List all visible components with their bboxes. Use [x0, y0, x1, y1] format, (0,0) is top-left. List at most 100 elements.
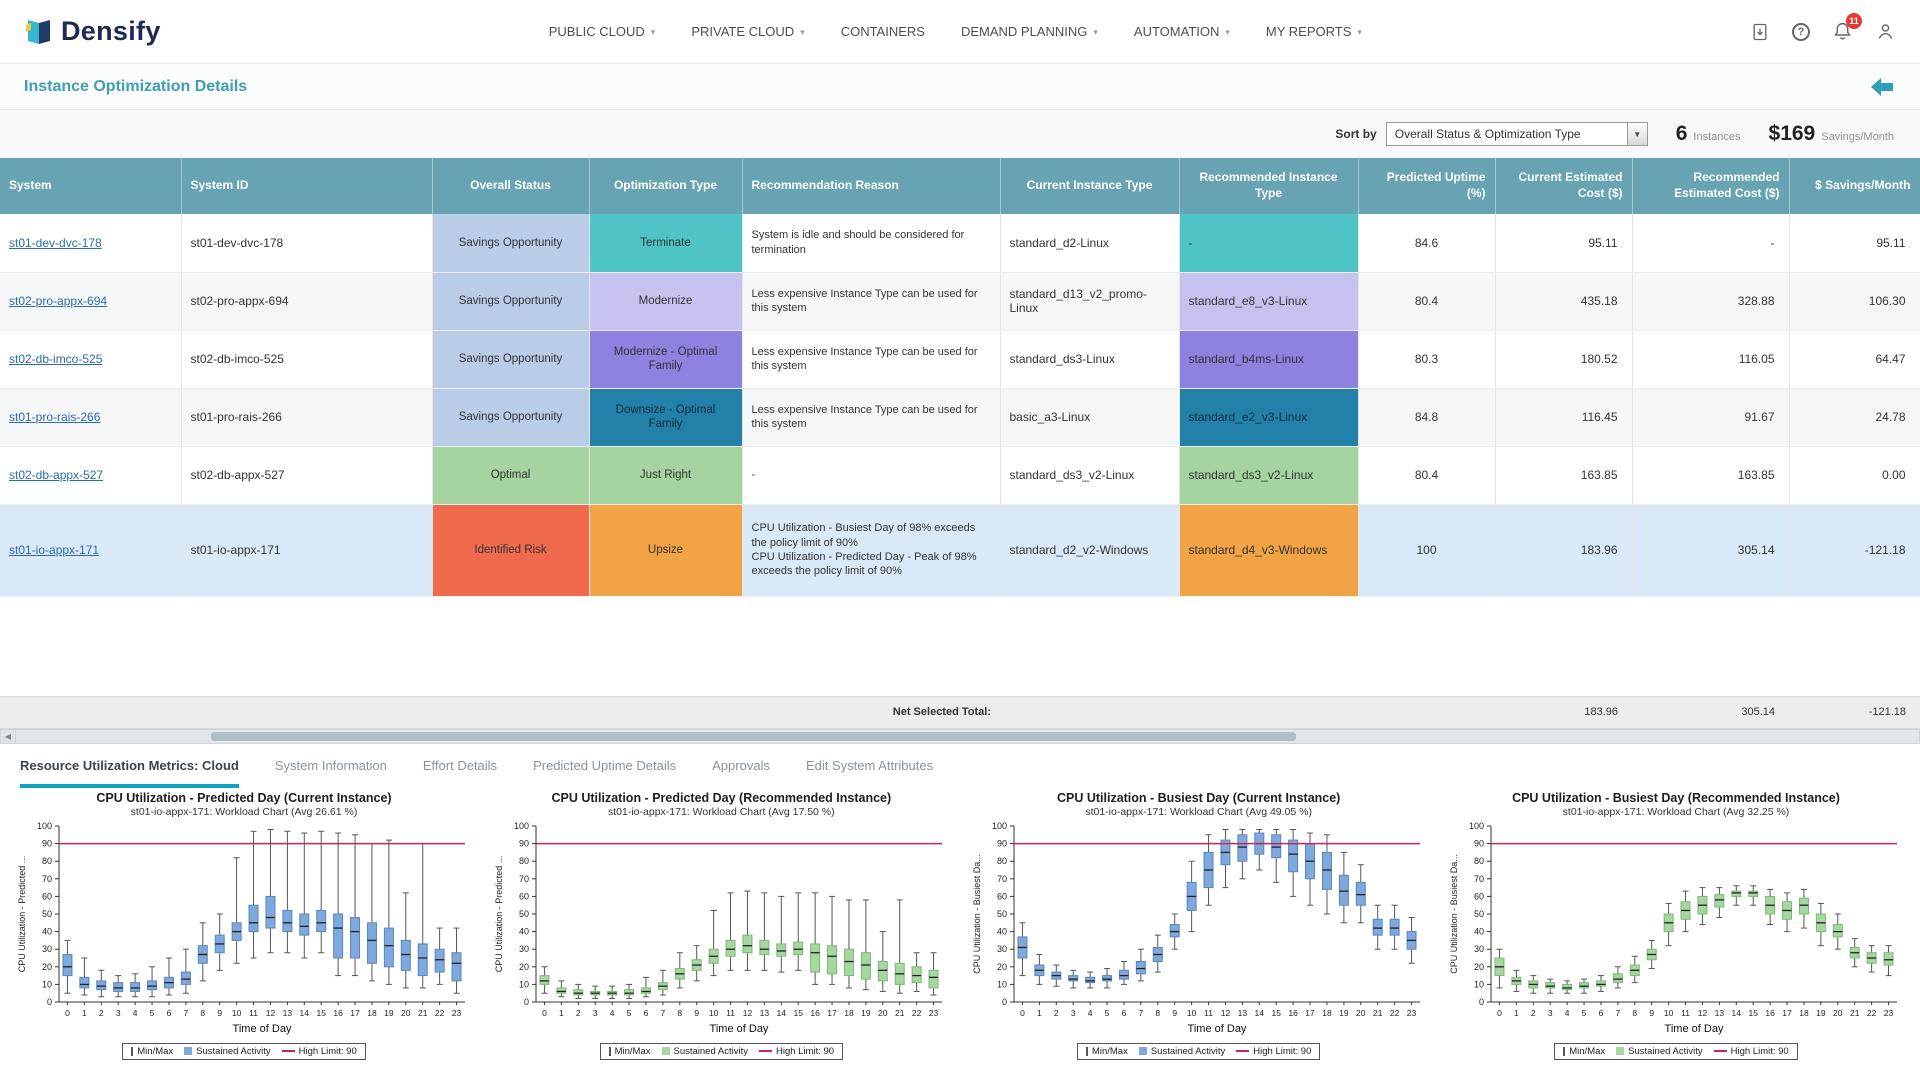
table-row-st01-io-appx-171[interactable]: st01-io-appx-171st01-io-appx-171Identifi… — [0, 504, 1920, 596]
svg-text:5: 5 — [150, 1008, 155, 1018]
box-hour-13 — [760, 892, 769, 969]
box-hour-14 — [777, 896, 786, 972]
scrollbar-thumb[interactable] — [211, 732, 1296, 741]
system-link[interactable]: st01-dev-dvc-178 — [9, 236, 102, 250]
chevron-down-icon[interactable]: ▼ — [1627, 123, 1647, 145]
current-instance-cell: standard_ds3_v2-Linux — [1000, 446, 1179, 504]
y-axis-label: CPU Utilization - Predicted ... — [17, 855, 27, 972]
instances-table-container: SystemSystem IDOverall StatusOptimizatio… — [0, 158, 1920, 729]
box-hour-17 — [828, 896, 837, 984]
recommended-instance-cell: - — [1179, 214, 1358, 272]
nav-item-private-cloud[interactable]: PRIVATE CLOUD▾ — [691, 24, 804, 39]
chart-card-0: CPU Utilization - Predicted Day (Current… — [6, 788, 482, 1060]
box-hour-4 — [1085, 972, 1094, 988]
tab-predicted-uptime-details[interactable]: Predicted Uptime Details — [533, 758, 676, 788]
svg-text:6: 6 — [167, 1008, 172, 1018]
box-hour-4 — [608, 986, 617, 998]
page-title: Instance Optimization Details — [24, 78, 247, 96]
export-report-icon[interactable] — [1750, 22, 1770, 42]
tab-approvals[interactable]: Approvals — [712, 758, 770, 788]
svg-text:100: 100 — [992, 821, 1007, 831]
box-hour-12 — [743, 891, 752, 970]
legend-label: Sustained Activity — [196, 1046, 270, 1057]
box-hour-2 — [574, 984, 583, 998]
notifications-bell-icon[interactable]: 11 — [1832, 21, 1853, 42]
svg-text:3: 3 — [116, 1008, 121, 1018]
nav-item-label: MY REPORTS — [1266, 24, 1351, 39]
tab-system-information[interactable]: System Information — [275, 758, 387, 788]
box-hour-12 — [266, 829, 275, 952]
notification-badge: 11 — [1846, 13, 1862, 29]
user-icon[interactable] — [1875, 21, 1896, 42]
box-hour-18 — [367, 843, 376, 980]
table-row-st01-dev-dvc-178[interactable]: st01-dev-dvc-178st01-dev-dvc-178Savings … — [0, 214, 1920, 272]
optimization-type-cell: Modernize - Optimal Family — [589, 330, 742, 388]
nav-item-automation[interactable]: AUTOMATION▾ — [1134, 24, 1230, 39]
svg-text:0: 0 — [1497, 1008, 1502, 1018]
svg-text:21: 21 — [1373, 1008, 1383, 1018]
box-hour-15 — [317, 831, 326, 952]
svg-text:22: 22 — [912, 1008, 922, 1018]
table-row-st02-db-appx-527[interactable]: st02-db-appx-527st02-db-appx-527OptimalJ… — [0, 446, 1920, 504]
minmax-icon — [1086, 1047, 1088, 1056]
nav-item-demand-planning[interactable]: DEMAND PLANNING▾ — [961, 24, 1098, 39]
svg-text:0: 0 — [1002, 997, 1007, 1007]
svg-text:3: 3 — [1548, 1008, 1553, 1018]
system-link[interactable]: st02-db-appx-527 — [9, 468, 103, 482]
chart-legend: Min/MaxSustained ActivityHigh Limit: 90 — [122, 1043, 365, 1060]
svg-text:22: 22 — [1390, 1008, 1400, 1018]
nav-item-containers[interactable]: CONTAINERS — [841, 24, 925, 39]
system-link[interactable]: st01-io-appx-171 — [9, 543, 99, 557]
box-hour-9 — [1170, 914, 1179, 949]
charts-panel: CPU Utilization - Predicted Day (Current… — [0, 788, 1920, 1060]
box-hour-10 — [1187, 861, 1196, 931]
nav-item-my-reports[interactable]: MY REPORTS▾ — [1266, 24, 1362, 39]
svg-text:1: 1 — [559, 1008, 564, 1018]
savings-cell: 0.00 — [1789, 446, 1920, 504]
box-hour-19 — [1339, 852, 1348, 922]
sustained-activity-icon — [184, 1047, 192, 1055]
back-button[interactable] — [1868, 75, 1896, 99]
box-hour-0 — [540, 966, 549, 992]
legend-item: Min/Max — [1086, 1046, 1128, 1057]
svg-text:30: 30 — [42, 944, 52, 954]
densify-logo[interactable]: Densify — [24, 16, 161, 47]
box-hour-3 — [114, 975, 123, 996]
help-icon[interactable]: ? — [1792, 23, 1810, 41]
col-header-recommendation-reason: Recommendation Reason — [742, 158, 1000, 214]
horizontal-scrollbar[interactable]: ◀ — [0, 729, 1920, 744]
svg-text:20: 20 — [997, 961, 1007, 971]
box-hour-23 — [929, 952, 938, 994]
table-row-st01-pro-rais-266[interactable]: st01-pro-rais-266st01-pro-rais-266Saving… — [0, 388, 1920, 446]
table-row-st02-pro-appx-694[interactable]: st02-pro-appx-694st02-pro-appx-694Saving… — [0, 272, 1920, 330]
system-link[interactable]: st01-pro-rais-266 — [9, 410, 100, 424]
svg-text:60: 60 — [997, 891, 1007, 901]
recommended-instance-cell: standard_d4_v3-Windows — [1179, 504, 1358, 596]
box-hour-23 — [1407, 917, 1416, 963]
legend-item: High Limit: 90 — [1236, 1046, 1311, 1057]
box-hour-3 — [1546, 979, 1555, 993]
sort-select[interactable]: Overall Status & Optimization Type ▼ — [1386, 122, 1648, 146]
box-hour-13 — [283, 831, 292, 952]
savings-cell: 24.78 — [1789, 388, 1920, 446]
box-hour-10 — [709, 910, 718, 975]
system-link[interactable]: st02-pro-appx-694 — [9, 294, 107, 308]
table-row-st02-db-imco-525[interactable]: st02-db-imco-525st02-db-imco-525Savings … — [0, 330, 1920, 388]
svg-text:60: 60 — [42, 891, 52, 901]
tab-resource-utilization-metrics-cloud[interactable]: Resource Utilization Metrics: Cloud — [20, 758, 239, 788]
nav-item-public-cloud[interactable]: PUBLIC CLOUD▾ — [549, 24, 656, 39]
box-hour-5 — [1102, 968, 1111, 987]
tab-effort-details[interactable]: Effort Details — [423, 758, 497, 788]
main-nav: PUBLIC CLOUD▾ PRIVATE CLOUD▾ CONTAINERS DEM… — [161, 24, 1750, 39]
instance-count-stat: 6 Instances — [1676, 122, 1741, 146]
box-hour-6 — [164, 958, 173, 995]
scroll-left-icon[interactable]: ◀ — [1, 730, 16, 743]
box-hour-6 — [1119, 961, 1128, 984]
tab-edit-system-attributes[interactable]: Edit System Attributes — [806, 758, 933, 788]
svg-text:7: 7 — [1615, 1008, 1620, 1018]
svg-text:50: 50 — [42, 909, 52, 919]
optimization-type-cell: Just Right — [589, 446, 742, 504]
net-total-label: Net Selected Total: — [742, 696, 1000, 728]
current-cost-cell: 116.45 — [1495, 388, 1632, 446]
system-link[interactable]: st02-db-imco-525 — [9, 352, 102, 366]
